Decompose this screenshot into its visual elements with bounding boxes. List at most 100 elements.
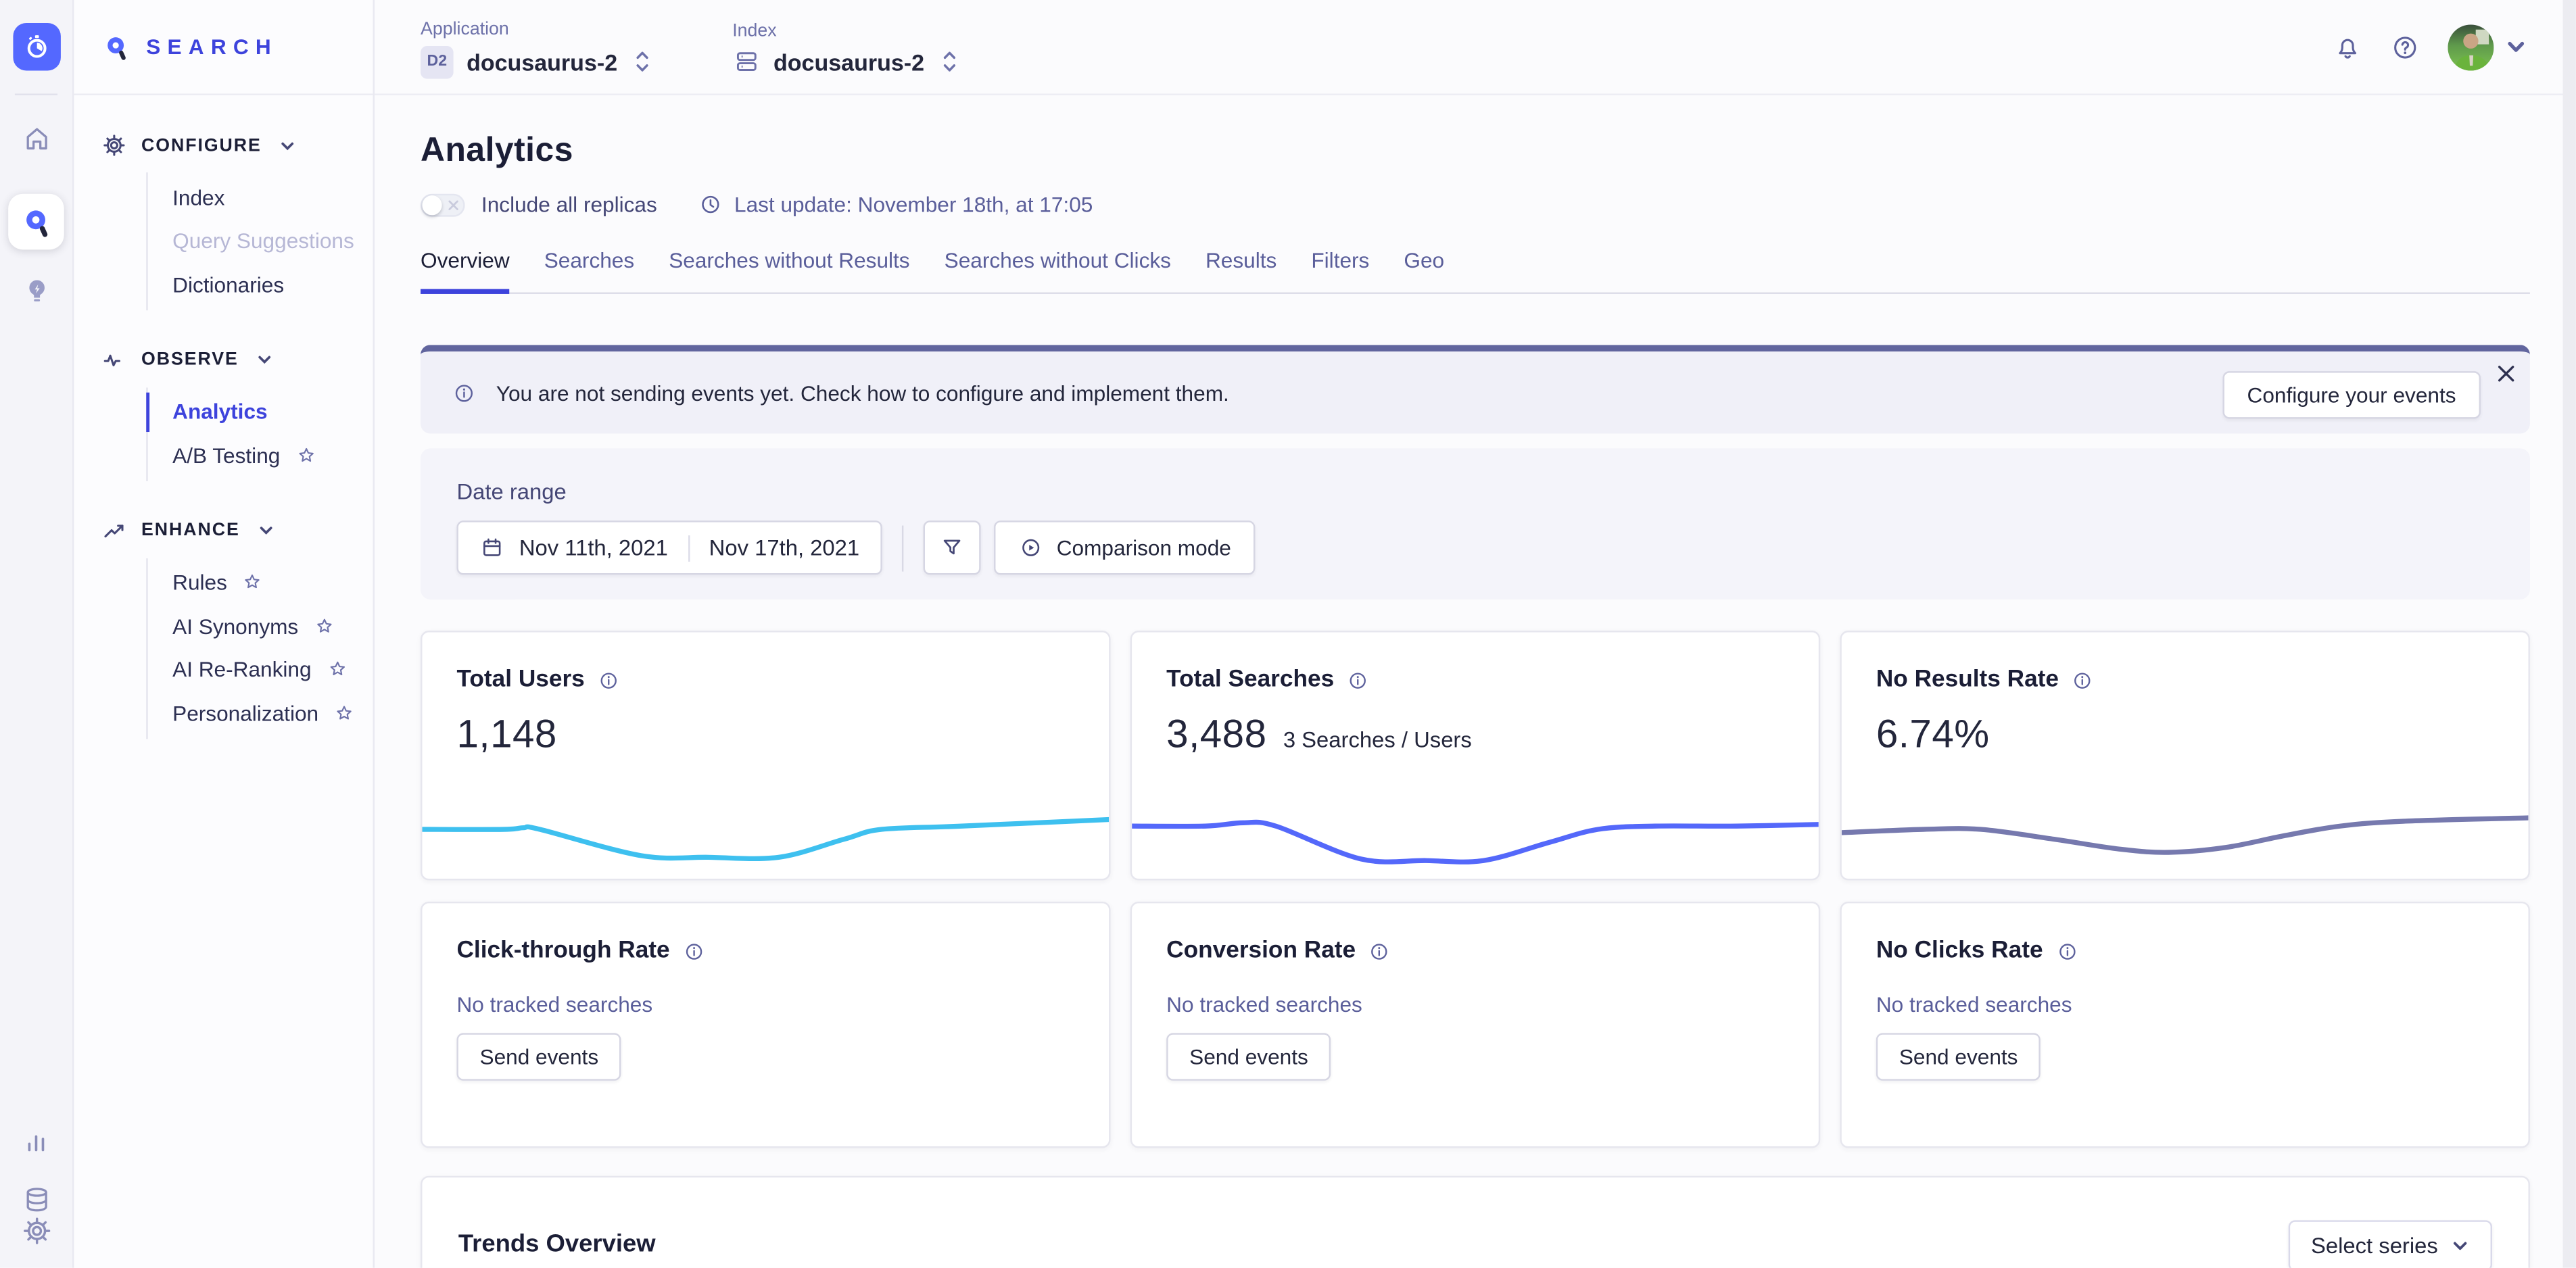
sidebar-section-enhance: ENHANCE Rules AI Synonyms AI Re-Ranking — [74, 518, 373, 739]
chevron-down-icon — [258, 522, 274, 539]
application-selector[interactable]: Application D2 docusaurus-2 — [421, 16, 650, 78]
include-replicas-toggle[interactable] — [421, 193, 465, 216]
conversion-rate-card: Conversion Rate No tracked searches Send… — [1130, 902, 1821, 1148]
sidebar-item-index[interactable]: Index — [172, 176, 373, 219]
tab-results[interactable]: Results — [1206, 248, 1277, 294]
index-value: docusaurus-2 — [773, 49, 924, 75]
monitoring-chart-icon[interactable] — [22, 1127, 51, 1156]
info-icon[interactable] — [2072, 669, 2093, 691]
topbar: Application D2 docusaurus-2 Index — [375, 0, 2576, 95]
date-start: Nov 11th, 2021 — [519, 535, 668, 560]
sidebar-item-dictionaries[interactable]: Dictionaries — [172, 263, 373, 306]
search-product-icon — [102, 32, 132, 62]
product-wordmark: SEARCH — [146, 34, 278, 59]
metric-value: 1,148 — [456, 713, 556, 759]
toggle-knob — [422, 195, 442, 214]
profile-chevron-down-icon[interactable] — [2505, 36, 2527, 57]
info-icon[interactable] — [1347, 669, 1369, 691]
help-icon[interactable] — [2390, 32, 2420, 62]
card-title: Conversion Rate — [1166, 937, 1356, 964]
sidebar-item-label: AI Synonyms — [172, 614, 298, 638]
sidebar-section-configure: CONFIGURE Index Query Suggestions Dictio… — [74, 133, 373, 310]
main-area: Application D2 docusaurus-2 Index — [375, 0, 2576, 1268]
empty-state-text: No tracked searches — [1166, 992, 1819, 1017]
sidebar-section-label: OBSERVE — [141, 350, 239, 370]
star-icon — [242, 572, 264, 593]
card-title: No Results Rate — [1876, 666, 2059, 693]
date-end: Nov 17th, 2021 — [709, 535, 860, 560]
filter-button[interactable] — [924, 520, 981, 575]
metric-subtitle: 3 Searches / Users — [1283, 727, 1472, 752]
sidebar-item-ab-testing[interactable]: A/B Testing — [172, 433, 373, 477]
tab-geo[interactable]: Geo — [1404, 248, 1444, 294]
calendar-icon — [480, 535, 504, 560]
total-searches-card: Total Searches 3,488 3 Searches / Users — [1130, 631, 1821, 880]
empty-state-text: No tracked searches — [456, 992, 1109, 1017]
stopwatch-icon — [20, 31, 51, 62]
send-events-button[interactable]: Send events — [1166, 1033, 1331, 1080]
no-clicks-rate-card: No Clicks Rate No tracked searches Send … — [1840, 902, 2530, 1148]
select-series-button[interactable]: Select series — [2288, 1220, 2492, 1267]
sidebar-item-rules[interactable]: Rules — [172, 561, 373, 604]
index-selector[interactable]: Index docusaurus-2 — [732, 18, 957, 76]
total-searches-sparkline — [1132, 794, 1819, 879]
sidebar-item-query-suggestions[interactable]: Query Suggestions — [172, 219, 373, 262]
app-window: SEARCH CONFIGURE I — [0, 0, 2576, 1268]
rail-item-search-active[interactable] — [8, 194, 64, 250]
star-icon — [333, 702, 355, 724]
metric-cards-row-2: Click-through Rate No tracked searches S… — [421, 902, 2530, 1148]
recommend-lightbulb-icon[interactable] — [20, 276, 51, 307]
comparison-mode-label: Comparison mode — [1057, 535, 1231, 560]
include-replicas-label: Include all replicas — [481, 192, 657, 216]
sidebar-item-analytics[interactable]: Analytics — [172, 390, 373, 433]
date-range-panel: Date range Nov 11th, 2021 Nov 17th, — [421, 448, 2530, 600]
sidebar: SEARCH CONFIGURE I — [74, 0, 375, 1268]
configure-events-button[interactable]: Configure your events — [2222, 371, 2481, 418]
date-range-button[interactable]: Nov 11th, 2021 Nov 17th, 2021 — [456, 520, 882, 575]
banner-message: You are not sending events yet. Check ho… — [496, 380, 1229, 404]
daterange-divider — [902, 525, 903, 570]
tab-searches-without-clicks[interactable]: Searches without Clicks — [945, 248, 1171, 294]
avatar[interactable] — [2448, 24, 2494, 70]
chevron-down-icon — [257, 351, 273, 368]
tab-searches-without-results[interactable]: Searches without Results — [669, 248, 909, 294]
close-icon[interactable] — [2497, 364, 2515, 383]
data-database-icon[interactable] — [20, 1184, 51, 1215]
notifications-bell-icon[interactable] — [2333, 32, 2362, 62]
vertical-scrollbar[interactable] — [2562, 0, 2575, 1268]
sidebar-section-observe: OBSERVE Analytics A/B Testing — [74, 347, 373, 481]
sidebar-item-ai-synonyms[interactable]: AI Synonyms — [172, 604, 373, 648]
info-icon[interactable] — [1369, 940, 1391, 962]
star-icon — [313, 616, 335, 637]
sidebar-item-ai-re-ranking[interactable]: AI Re-Ranking — [172, 648, 373, 691]
date-range-label: Date range — [456, 480, 2494, 504]
tab-filters[interactable]: Filters — [1311, 248, 1369, 294]
comparison-mode-button[interactable]: Comparison mode — [994, 520, 1256, 575]
card-title: Total Users — [456, 666, 584, 693]
sidebar-section-observe-header[interactable]: OBSERVE — [102, 347, 373, 372]
sidebar-section-enhance-header[interactable]: ENHANCE — [102, 518, 373, 543]
info-icon[interactable] — [2056, 940, 2078, 962]
tab-overview[interactable]: Overview — [421, 248, 510, 294]
card-title: No Clicks Rate — [1876, 937, 2043, 964]
sidebar-item-label: Dictionaries — [172, 272, 284, 297]
info-icon[interactable] — [683, 940, 705, 962]
search-product-icon — [19, 205, 53, 239]
tab-searches[interactable]: Searches — [544, 248, 634, 294]
index-label: Index — [732, 22, 957, 41]
click-through-rate-card: Click-through Rate No tracked searches S… — [421, 902, 1111, 1148]
product-logo: SEARCH — [74, 0, 373, 95]
sidebar-item-label: Rules — [172, 570, 227, 595]
metric-value: 6.74% — [1876, 713, 1990, 759]
application-value: docusaurus-2 — [467, 49, 617, 75]
send-events-button[interactable]: Send events — [1876, 1033, 2041, 1080]
select-chevrons-icon — [940, 47, 957, 75]
info-icon[interactable] — [598, 669, 619, 691]
algolia-app-badge[interactable] — [12, 23, 59, 70]
home-icon[interactable] — [20, 123, 51, 154]
sidebar-section-configure-header[interactable]: CONFIGURE — [102, 133, 373, 157]
send-events-button[interactable]: Send events — [456, 1033, 621, 1080]
settings-gear-icon[interactable] — [20, 1215, 51, 1246]
sidebar-item-personalization[interactable]: Personalization — [172, 691, 373, 735]
trends-title: Trends Overview — [458, 1230, 656, 1258]
